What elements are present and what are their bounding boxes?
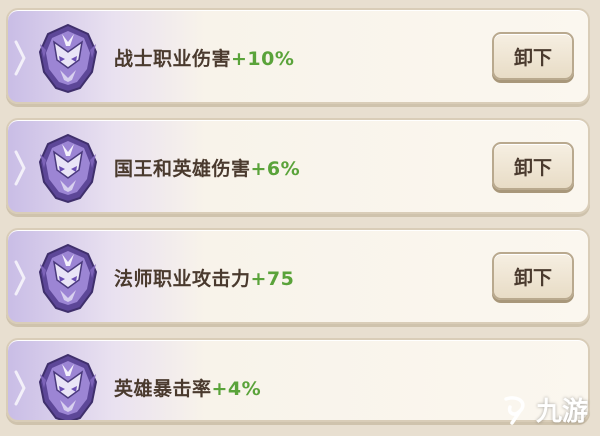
skill-text: 英雄暴击率+4% <box>114 374 261 401</box>
chevron-right-icon <box>14 148 28 188</box>
skill-name: 战士职业伤害 <box>114 48 232 70</box>
skill-name: 国王和英雄伤害 <box>114 158 251 180</box>
unequip-button[interactable]: 卸下 <box>492 32 574 80</box>
skill-card: 法师职业攻击力+75 卸下 <box>6 228 590 324</box>
skill-name: 英雄暴击率 <box>114 378 212 400</box>
jiuyou-logo-icon <box>504 395 525 425</box>
watermark-text: 九游 <box>535 397 588 427</box>
watermark: 九游 <box>498 391 588 428</box>
purple-dragon-emblem-icon <box>32 242 104 314</box>
unequip-button[interactable]: 卸下 <box>492 252 574 300</box>
skill-list: 战士职业伤害+10% 卸下 国王和英雄伤害+6% 卸下 法师职业攻击力+75 卸… <box>6 8 590 436</box>
skill-bonus: +6% <box>250 158 301 180</box>
skill-name: 法师职业攻击力 <box>114 268 251 290</box>
chevron-right-icon <box>14 38 28 78</box>
skill-text: 国王和英雄伤害+6% <box>114 154 300 181</box>
purple-dragon-emblem-icon <box>32 132 104 204</box>
purple-dragon-emblem-icon <box>32 352 104 422</box>
skill-bonus: +75 <box>250 268 295 290</box>
purple-dragon-emblem-icon <box>32 22 104 94</box>
unequip-button[interactable]: 卸下 <box>492 142 574 190</box>
skill-text: 战士职业伤害+10% <box>114 44 294 71</box>
chevron-right-icon <box>14 258 28 298</box>
skill-text: 法师职业攻击力+75 <box>114 264 294 291</box>
skill-card: 国王和英雄伤害+6% 卸下 <box>6 118 590 214</box>
chevron-right-icon <box>14 368 28 408</box>
skill-bonus: +4% <box>211 378 262 400</box>
skill-bonus: +10% <box>231 48 295 70</box>
skill-card: 战士职业伤害+10% 卸下 <box>6 8 590 104</box>
